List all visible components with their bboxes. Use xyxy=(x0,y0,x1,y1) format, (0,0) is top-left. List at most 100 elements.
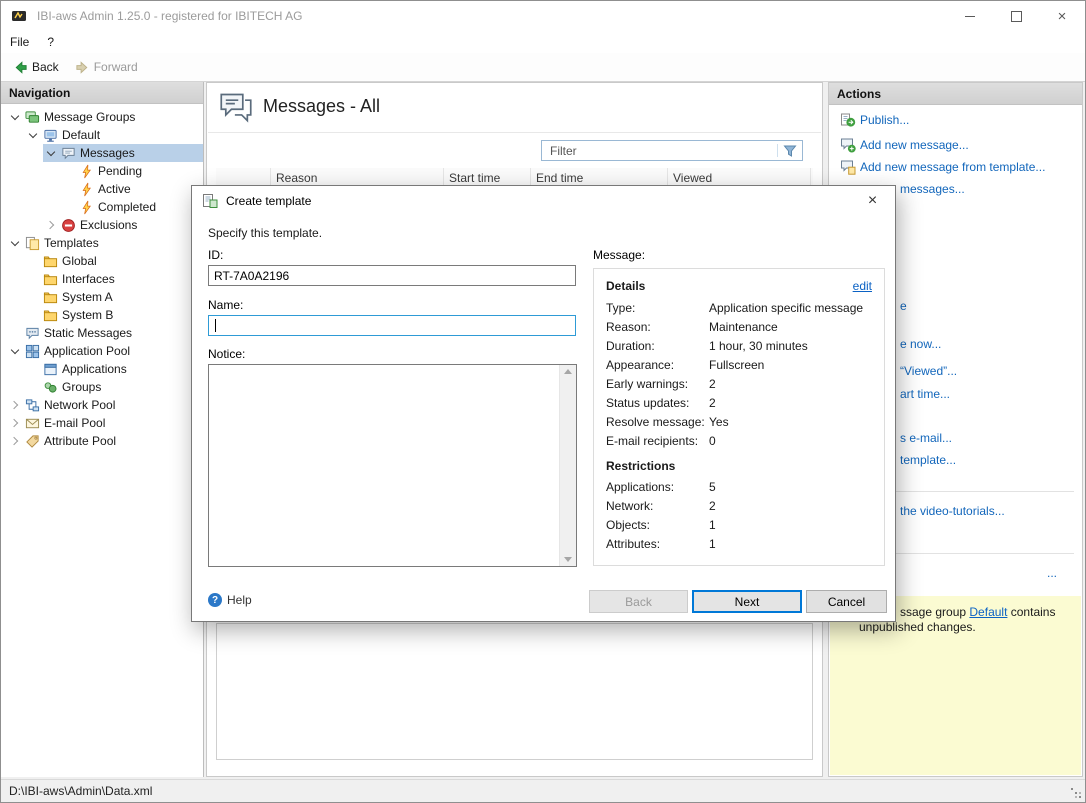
forward-arrow-icon xyxy=(75,60,90,75)
action-fragment[interactable]: s e-mail... xyxy=(900,431,952,445)
tree-item-applications[interactable]: Applications xyxy=(1,360,203,378)
dialog-next-button[interactable]: Next xyxy=(692,590,802,613)
action-fragment[interactable]: template... xyxy=(900,453,956,467)
tree-item-templates[interactable]: Templates xyxy=(1,234,203,252)
tree-item-groups[interactable]: Groups xyxy=(1,378,203,396)
tree-row-body: Templates xyxy=(7,234,203,252)
tree-item-attribute-pool[interactable]: Attribute Pool xyxy=(1,432,203,450)
action-publish[interactable]: Publish... xyxy=(840,112,909,128)
name-input[interactable] xyxy=(208,315,576,336)
tree-item-static-messages[interactable]: Static Messages xyxy=(1,324,203,342)
nav-tree: Message Groups Default Messages Pending Acti… xyxy=(1,104,203,450)
forward-button[interactable]: Forward xyxy=(67,55,146,79)
detail-label: Network: xyxy=(606,498,654,513)
action-fragment[interactable]: e xyxy=(900,299,907,313)
notice-textarea[interactable] xyxy=(209,365,559,566)
forward-label: Forward xyxy=(93,60,138,74)
textarea-scrollbar[interactable] xyxy=(559,365,576,566)
filter-box xyxy=(541,140,803,161)
tree-item-application-pool[interactable]: Application Pool xyxy=(1,342,203,360)
chevron-collapsed-icon[interactable] xyxy=(7,397,23,413)
action-fragment[interactable]: art time... xyxy=(900,387,950,401)
tree-row-body: Groups xyxy=(25,378,203,396)
tree-row-body: Network Pool xyxy=(7,396,203,414)
preview-pane xyxy=(216,623,813,760)
column-header-reason[interactable]: Reason xyxy=(271,168,444,186)
minimize-button[interactable] xyxy=(947,1,993,31)
action-fragment[interactable]: e now... xyxy=(900,337,941,351)
tree-item-messages[interactable]: Messages xyxy=(1,144,203,162)
detail-row: Objects: 1 xyxy=(606,515,872,534)
chevron-expanded-icon[interactable] xyxy=(43,145,59,161)
filter-funnel-icon[interactable] xyxy=(782,143,798,159)
tree-item-e-mail-pool[interactable]: E-mail Pool xyxy=(1,414,203,432)
action-fragment[interactable]: messages... xyxy=(900,182,965,196)
filter-input[interactable] xyxy=(542,143,773,158)
chevron-expanded-icon[interactable] xyxy=(7,343,23,359)
column-header-icon[interactable] xyxy=(216,168,271,186)
tree-row-body: System B xyxy=(25,306,203,324)
chevron-expanded-icon[interactable] xyxy=(7,235,23,251)
column-header-viewed[interactable]: Viewed xyxy=(668,168,811,186)
maximize-button[interactable] xyxy=(993,1,1039,31)
chevron-collapsed-icon[interactable] xyxy=(7,415,23,431)
chevron-expanded-icon[interactable] xyxy=(7,109,23,125)
default-group-link[interactable]: Default xyxy=(969,605,1007,619)
dialog-close-button[interactable]: × xyxy=(850,186,895,216)
chevron-placeholder xyxy=(61,163,77,179)
folder-icon xyxy=(42,271,58,287)
tree-item-active[interactable]: Active xyxy=(1,180,203,198)
action-fragment[interactable]: “Viewed”... xyxy=(900,364,957,378)
tree-item-label: Interfaces xyxy=(62,272,115,286)
menu-file[interactable]: File xyxy=(1,31,38,53)
header-separator xyxy=(208,132,821,133)
tree-item-label: Messages xyxy=(80,146,135,160)
back-button[interactable]: Back xyxy=(5,55,67,79)
detail-value: 2 xyxy=(709,498,716,513)
chevron-collapsed-icon[interactable] xyxy=(7,433,23,449)
tree-item-label: System A xyxy=(62,290,113,304)
action-add-new-message-from-template[interactable]: Add new message from template... xyxy=(840,159,1045,175)
action-fragment[interactable]: ... xyxy=(1047,566,1057,580)
id-input[interactable] xyxy=(208,265,576,286)
tree-item-system-a[interactable]: System A xyxy=(1,288,203,306)
tree-item-label: Application Pool xyxy=(44,344,131,358)
chevron-expanded-icon[interactable] xyxy=(25,127,41,143)
tree-item-label: Pending xyxy=(98,164,143,178)
chevron-placeholder xyxy=(7,325,23,341)
tree-item-network-pool[interactable]: Network Pool xyxy=(1,396,203,414)
close-button[interactable]: × xyxy=(1039,1,1085,31)
tree-item-message-groups[interactable]: Message Groups xyxy=(1,108,203,126)
help-link[interactable]: ? Help xyxy=(208,593,252,607)
column-header-start-time[interactable]: Start time xyxy=(444,168,531,186)
action-fragment[interactable]: the video-tutorials... xyxy=(900,504,1005,518)
edit-link[interactable]: edit xyxy=(853,279,872,293)
tree-item-interfaces[interactable]: Interfaces xyxy=(1,270,203,288)
app-window: IBI-aws Admin 1.25.0 - registered for IB… xyxy=(0,0,1086,803)
message-label: Message: xyxy=(593,248,646,262)
tree-item-label: Message Groups xyxy=(44,110,136,124)
dialog-back-button[interactable]: Back xyxy=(589,590,688,613)
action-add-new-message[interactable]: Add new message... xyxy=(840,137,969,153)
tree-item-default[interactable]: Default xyxy=(1,126,203,144)
chevron-collapsed-icon[interactable] xyxy=(43,217,59,233)
detail-row: Status updates: 2 xyxy=(606,393,872,412)
tree-item-completed[interactable]: Completed xyxy=(1,198,203,216)
maximize-icon xyxy=(1010,10,1022,22)
dialog-cancel-button[interactable]: Cancel xyxy=(806,590,887,613)
tree-row-body: Default xyxy=(25,126,203,144)
scroll-up-icon[interactable] xyxy=(564,369,572,374)
menu-help[interactable]: ? xyxy=(38,31,63,53)
tree-item-pending[interactable]: Pending xyxy=(1,162,203,180)
column-header-end-time[interactable]: End time xyxy=(531,168,668,186)
scroll-down-icon[interactable] xyxy=(564,557,572,562)
tree-item-global[interactable]: Global xyxy=(1,252,203,270)
tree-item-system-b[interactable]: System B xyxy=(1,306,203,324)
resize-grip-icon[interactable] xyxy=(1071,788,1073,790)
group-icon xyxy=(24,109,40,125)
tree-item-exclusions[interactable]: Exclusions xyxy=(1,216,203,234)
tree-item-label: System B xyxy=(62,308,114,322)
